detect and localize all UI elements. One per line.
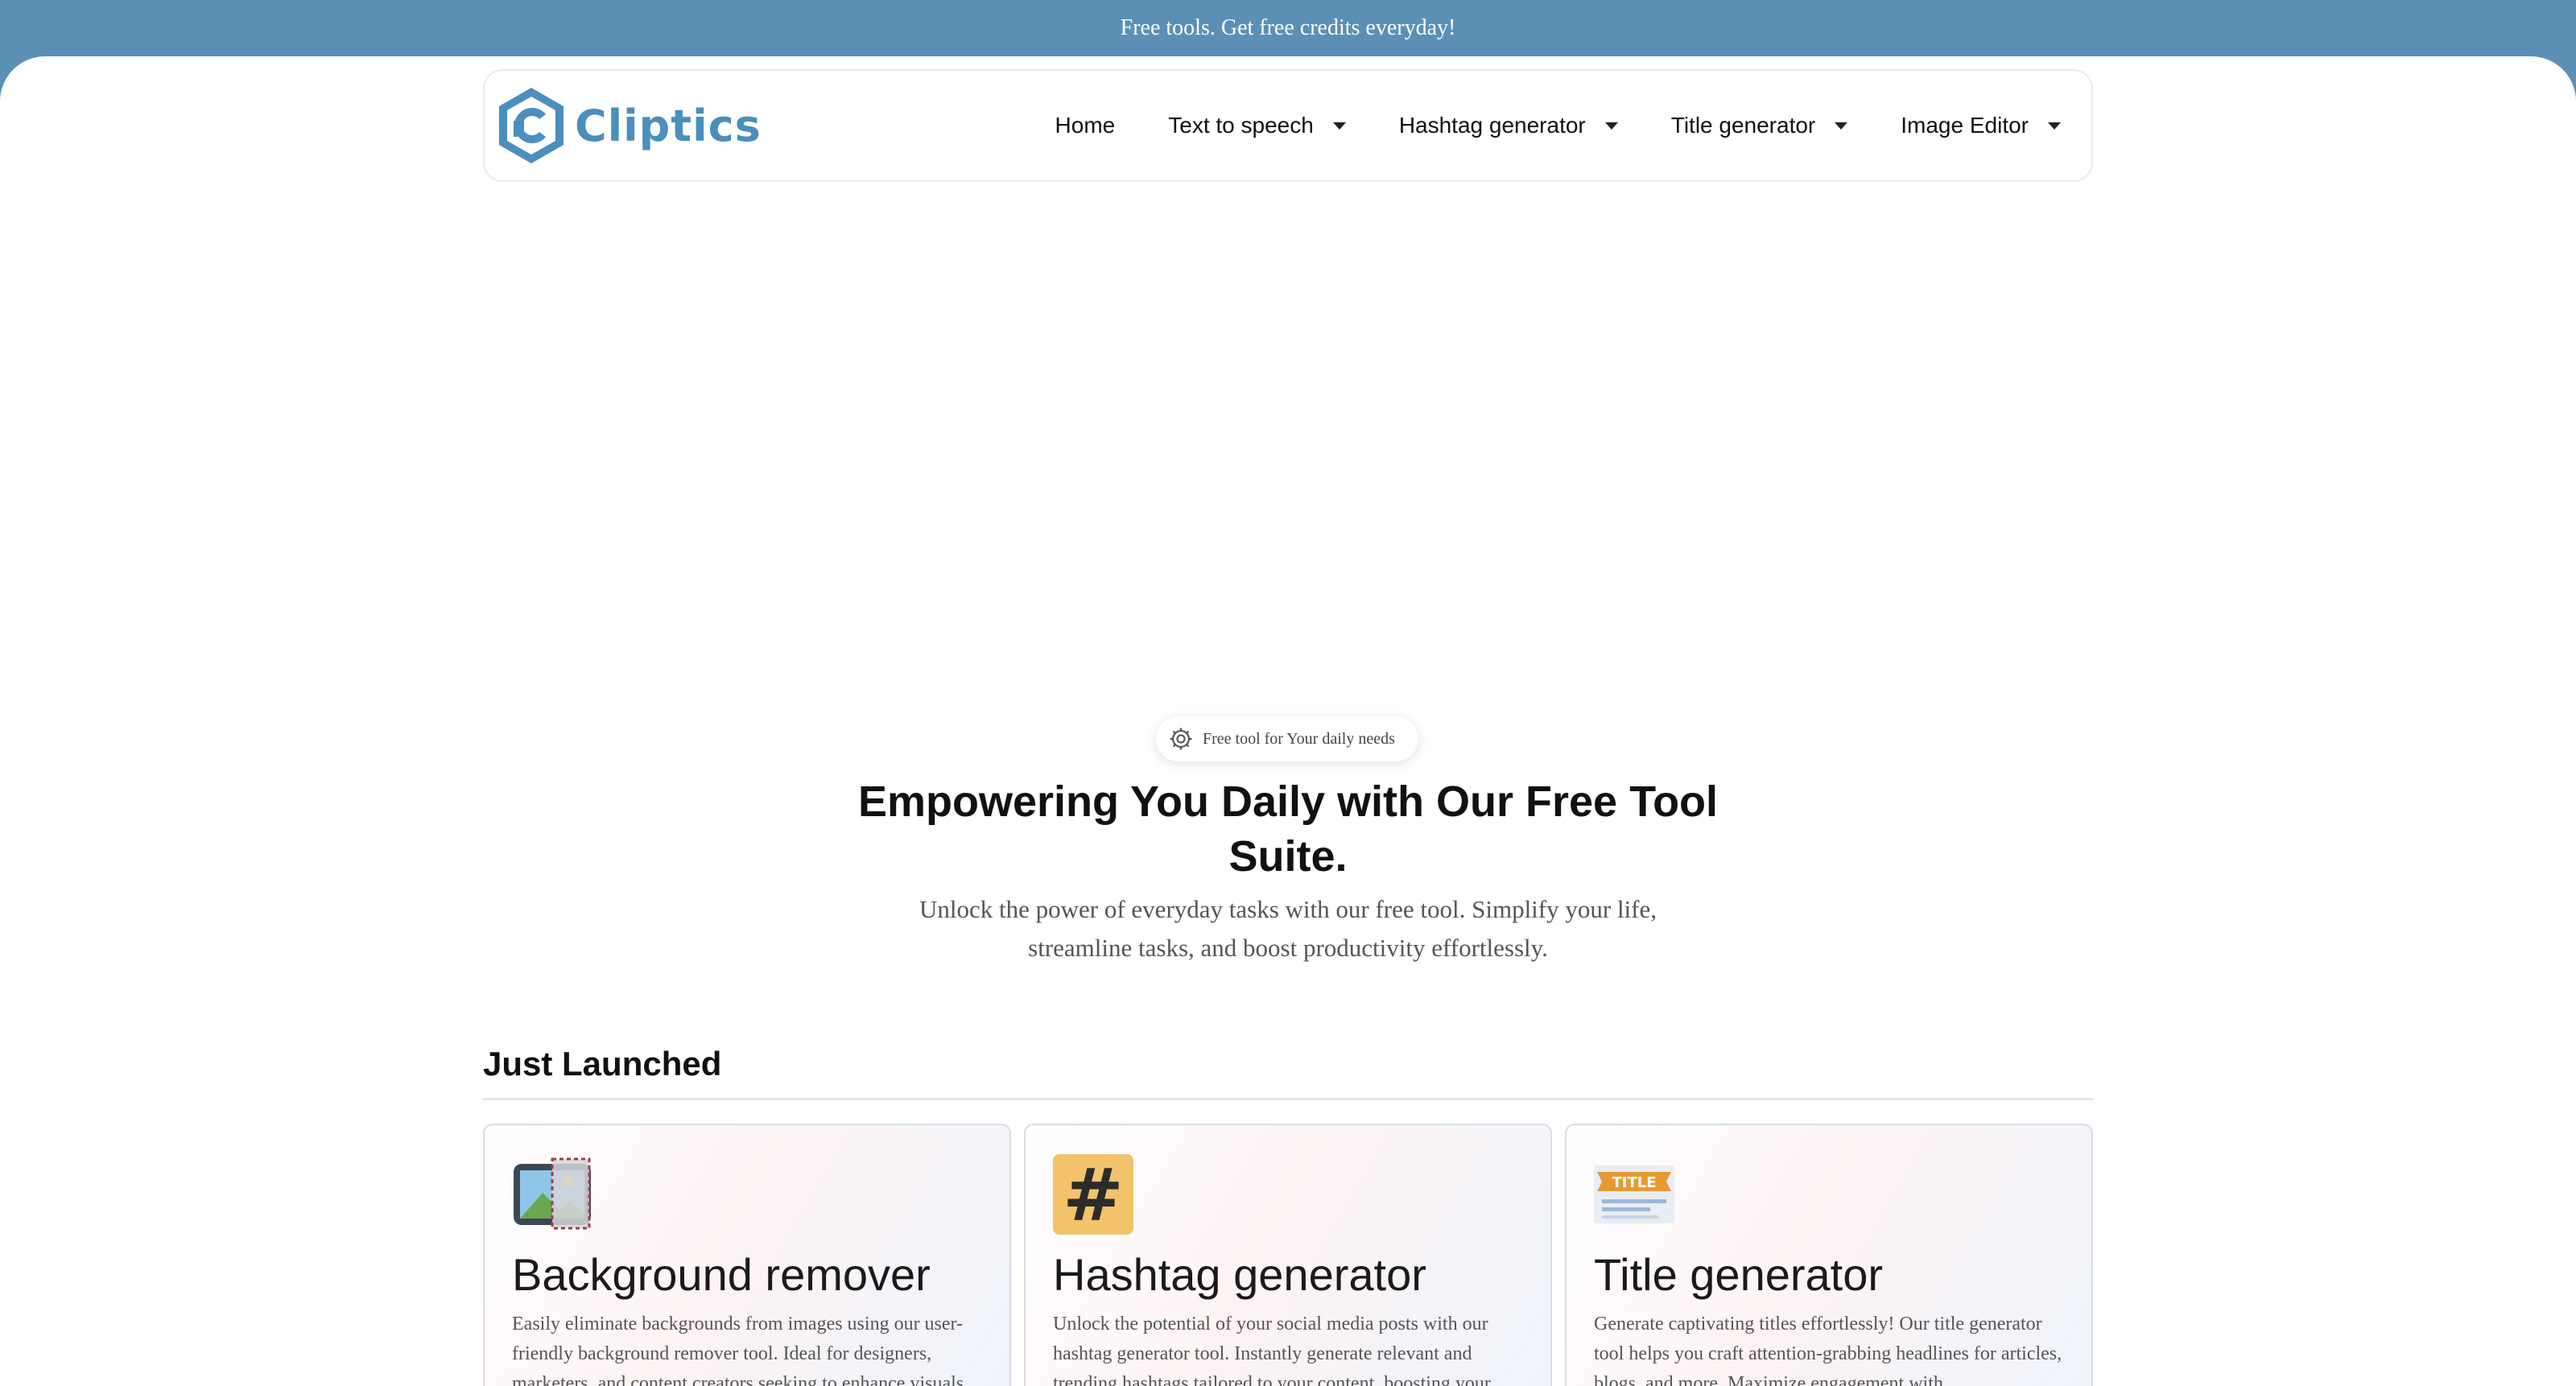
hashtag-icon: # [1053, 1153, 1133, 1238]
card-description: Generate captivating titles effortlessly… [1594, 1314, 2062, 1386]
card-title-generator[interactable]: TITLE Title generator Generate captivati… [1565, 1124, 2093, 1386]
nav-item-label: Text to speech [1168, 113, 1314, 138]
nav-item-hashtag-generator[interactable]: Hashtag generator [1399, 113, 1618, 138]
brand-name: Cliptics [575, 100, 762, 151]
section-divider [483, 1098, 2093, 1100]
hero-title: Empowering You Daily with Our Free Tool … [857, 778, 1719, 881]
caret-down-icon [2048, 122, 2061, 130]
caret-down-icon [1835, 122, 1848, 130]
tool-cards: Background remover Easily eliminate back… [483, 1124, 2093, 1386]
brand-logo-link[interactable]: Cliptics [496, 85, 762, 166]
navbar: Cliptics Home Text to speech Hashtag gen… [483, 69, 2093, 182]
card-hashtag-generator[interactable]: # Hashtag generator Unlock the potential… [1024, 1124, 1552, 1386]
nav-item-home[interactable]: Home [1055, 113, 1116, 138]
card-background-remover[interactable]: Background remover Easily eliminate back… [483, 1124, 1011, 1386]
card-title: Title generator [1594, 1249, 1883, 1300]
nav-item-text-to-speech[interactable]: Text to speech [1168, 113, 1346, 138]
title-icon: TITLE [1594, 1165, 1674, 1223]
nav-item-title-generator[interactable]: Title generator [1671, 113, 1848, 138]
caret-down-icon [1332, 122, 1346, 130]
hero-tagline-pill: Free tool for Your daily needs [1156, 716, 1418, 761]
image-crop-icon [514, 1157, 591, 1230]
top-banner: Free tools. Get free credits everyday! [0, 0, 2576, 56]
card-title: Hashtag generator [1053, 1249, 1426, 1300]
hero-tagline-text: Free tool for Your daily needs [1203, 729, 1395, 748]
nav-item-image-editor[interactable]: Image Editor [1901, 113, 2061, 138]
main-nav: Home Text to speech Hashtag generator Ti… [1055, 113, 2061, 138]
nav-item-label: Hashtag generator [1398, 113, 1586, 138]
page-content: Cliptics Home Text to speech Hashtag gen… [0, 56, 2576, 1386]
svg-text:#: # [1063, 1154, 1123, 1235]
nav-item-label: Image Editor [1901, 113, 2029, 138]
svg-text:TITLE: TITLE [1612, 1174, 1656, 1191]
top-banner-text: Free tools. Get free credits everyday! [1120, 15, 1456, 40]
nav-item-label: Title generator [1670, 113, 1816, 138]
card-title: Background remover [512, 1249, 931, 1300]
nav-item-label: Home [1055, 113, 1116, 138]
hero-subtitle: Unlock the power of everyday tasks with … [919, 895, 1657, 962]
gear-icon [1170, 728, 1192, 750]
caret-down-icon [1604, 122, 1618, 130]
section-title: Just Launched [483, 1045, 722, 1083]
cliptics-logo-icon [499, 88, 564, 163]
card-description: Unlock the potential of your social medi… [1053, 1314, 1491, 1386]
card-description: Easily eliminate backgrounds from images… [512, 1314, 969, 1386]
